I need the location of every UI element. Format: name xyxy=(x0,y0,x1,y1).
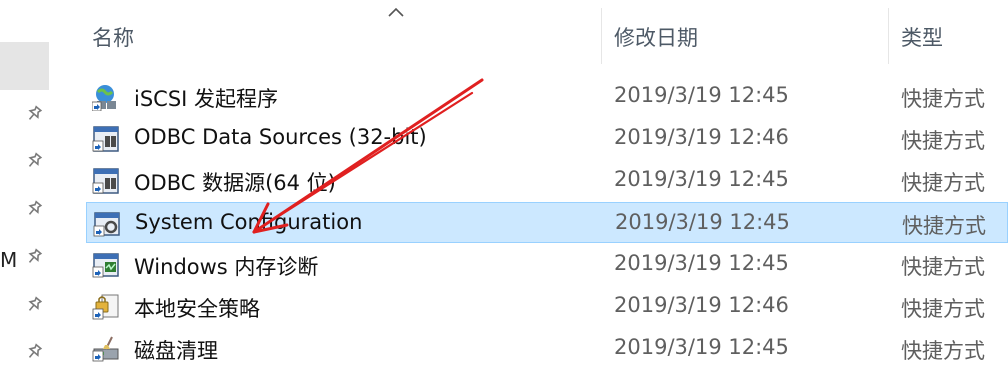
file-date-modified: 2019/3/19 12:45 xyxy=(615,210,790,234)
pin-icon[interactable] xyxy=(24,199,44,219)
column-header-name[interactable]: 名称 xyxy=(92,22,134,52)
file-row[interactable]: iSCSI 发起程序 2019/3/19 12:45 快捷方式 xyxy=(86,76,1008,117)
file-type: 快捷方式 xyxy=(901,87,985,111)
file-row[interactable]: ODBC 数据源(64 位) 2019/3/19 12:45 快捷方式 xyxy=(86,160,1008,201)
file-row[interactable]: ODBC Data Sources (32-bit) 2019/3/19 12:… xyxy=(86,118,1008,159)
column-header-type[interactable]: 类型 xyxy=(901,22,943,52)
file-name: 本地安全策略 xyxy=(134,297,260,321)
security-policy-shortcut-icon xyxy=(92,294,119,320)
file-type: 快捷方式 xyxy=(901,255,985,279)
file-name: Windows 内存诊断 xyxy=(134,255,319,279)
pin-icon[interactable] xyxy=(24,151,44,171)
pin-icon[interactable] xyxy=(24,342,44,362)
memory-diagnostic-shortcut-icon xyxy=(92,253,119,278)
odbc-shortcut-icon xyxy=(92,126,119,152)
file-name: ODBC 数据源(64 位) xyxy=(134,171,336,195)
file-date-modified: 2019/3/19 12:45 xyxy=(614,251,789,275)
file-date-modified: 2019/3/19 12:46 xyxy=(614,293,789,317)
file-type: 快捷方式 xyxy=(901,129,985,153)
file-name: 磁盘清理 xyxy=(134,339,218,363)
file-name: iSCSI 发起程序 xyxy=(134,87,279,111)
nav-item-clipped-label: M xyxy=(0,248,18,272)
file-type: 快捷方式 xyxy=(901,297,985,321)
file-name: ODBC Data Sources (32-bit) xyxy=(134,125,427,149)
file-row[interactable]: Windows 内存诊断 2019/3/19 12:45 快捷方式 xyxy=(86,244,1008,285)
disk-cleanup-shortcut-icon xyxy=(92,336,119,362)
odbc-shortcut-icon xyxy=(92,168,119,194)
column-header-date-modified[interactable]: 修改日期 xyxy=(614,22,698,52)
iscsi-shortcut-icon xyxy=(92,85,116,111)
file-date-modified: 2019/3/19 12:45 xyxy=(614,335,789,359)
file-row-selected[interactable]: System Configuration 2019/3/19 12:45 快捷方… xyxy=(86,202,1008,243)
pin-icon[interactable] xyxy=(24,104,44,124)
column-divider[interactable] xyxy=(601,8,602,64)
file-type: 快捷方式 xyxy=(901,171,985,195)
navigation-pane: M xyxy=(0,0,50,364)
sort-ascending-icon xyxy=(388,7,404,17)
pin-icon[interactable] xyxy=(24,247,44,267)
file-date-modified: 2019/3/19 12:45 xyxy=(614,167,789,191)
column-divider[interactable] xyxy=(888,8,889,64)
file-row[interactable]: 本地安全策略 2019/3/19 12:46 快捷方式 xyxy=(86,286,1008,327)
file-date-modified: 2019/3/19 12:46 xyxy=(614,125,789,149)
file-row[interactable]: 磁盘清理 2019/3/19 12:45 快捷方式 xyxy=(86,328,1008,369)
pin-icon[interactable] xyxy=(24,295,44,315)
column-header-bar: 名称 修改日期 类型 xyxy=(56,0,1008,64)
file-date-modified: 2019/3/19 12:45 xyxy=(614,83,789,107)
nav-selected-item[interactable] xyxy=(0,42,49,90)
file-name: System Configuration xyxy=(135,210,363,234)
msconfig-shortcut-icon xyxy=(93,212,120,237)
file-type: 快捷方式 xyxy=(902,214,986,238)
file-type: 快捷方式 xyxy=(901,339,985,363)
